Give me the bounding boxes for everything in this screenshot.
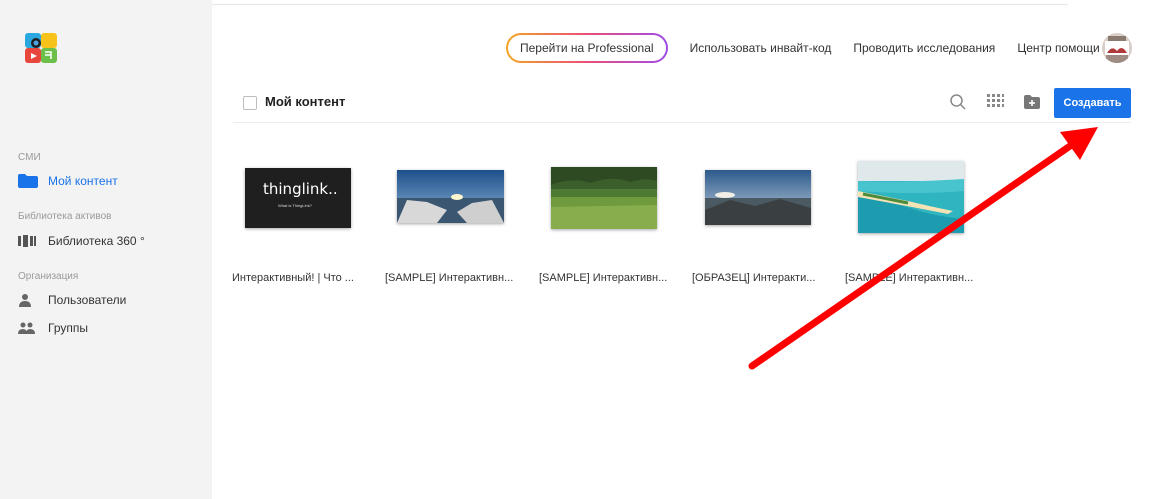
upgrade-professional-button[interactable]: Перейти на Professional [506, 33, 668, 63]
thumb-subtitle: What is ThingLink? [278, 203, 312, 208]
sidebar-item-label: Группы [48, 321, 88, 335]
create-button[interactable]: Создавать [1054, 88, 1131, 118]
card-thumbnail[interactable] [858, 161, 964, 233]
top-divider [100, 4, 1068, 5]
thinglink-logo-icon[interactable] [25, 33, 57, 63]
card-thumbnail[interactable]: thinglink.. What is ThingLink? [245, 168, 351, 228]
content-toolbar: Мой контент Создавать [233, 88, 1131, 120]
card-thumbnail[interactable] [705, 170, 811, 225]
sidebar-item-label: Мой контент [48, 174, 118, 188]
avatar[interactable] [1102, 33, 1132, 63]
section-label-assets: Библиотека активов [18, 211, 112, 222]
card-title[interactable]: [SAMPLE] Интерактивн... [845, 272, 973, 284]
invite-code-link[interactable]: Использовать инвайт-код [690, 41, 832, 55]
sidebar-item-label: Пользователи [48, 293, 127, 307]
card-title[interactable]: [SAMPLE] Интерактивн... [385, 272, 513, 284]
card-thumbnail[interactable] [551, 167, 657, 229]
sidebar-item-library-360[interactable]: Библиотека 360 ° [18, 233, 145, 249]
sidebar: СМИ Мой контент Библиотека активов Библи… [0, 0, 212, 499]
sidebar-item-groups[interactable]: Группы [18, 320, 88, 336]
page-title: Мой контент [265, 94, 346, 109]
help-center-link[interactable]: Центр помощи [1017, 41, 1099, 55]
sidebar-item-users[interactable]: Пользователи [18, 292, 126, 308]
section-label-org: Организация [18, 271, 79, 282]
search-icon[interactable] [948, 92, 968, 112]
sidebar-item-my-content[interactable]: Мой контент [18, 173, 118, 189]
panorama-grass-image [551, 167, 657, 229]
card-thumbnail[interactable] [397, 170, 504, 223]
card-title[interactable]: Интерактивный! | Что ... [232, 272, 354, 284]
research-link[interactable]: Проводить исследования [853, 41, 995, 55]
select-all-checkbox[interactable] [243, 96, 257, 110]
user-icon [18, 292, 48, 308]
toolbar-divider [233, 122, 1131, 123]
card-title[interactable]: [ОБРАЗЕЦ] Интеракти... [692, 272, 815, 284]
group-icon [18, 320, 48, 336]
library-icon [18, 233, 48, 249]
panorama-coast-image [705, 170, 811, 225]
panorama-ship-image [397, 170, 504, 223]
section-label-media: СМИ [18, 152, 41, 163]
grid-view-icon[interactable] [985, 92, 1005, 112]
folder-icon [18, 173, 48, 189]
add-folder-icon[interactable] [1022, 92, 1042, 112]
card-title[interactable]: [SAMPLE] Интерактивн... [539, 272, 667, 284]
aerial-island-image [858, 161, 964, 233]
sidebar-item-label: Библиотека 360 ° [48, 234, 145, 248]
top-navigation: Перейти на Professional Использовать инв… [506, 33, 1100, 63]
thumb-title: thinglink.. [263, 180, 338, 198]
